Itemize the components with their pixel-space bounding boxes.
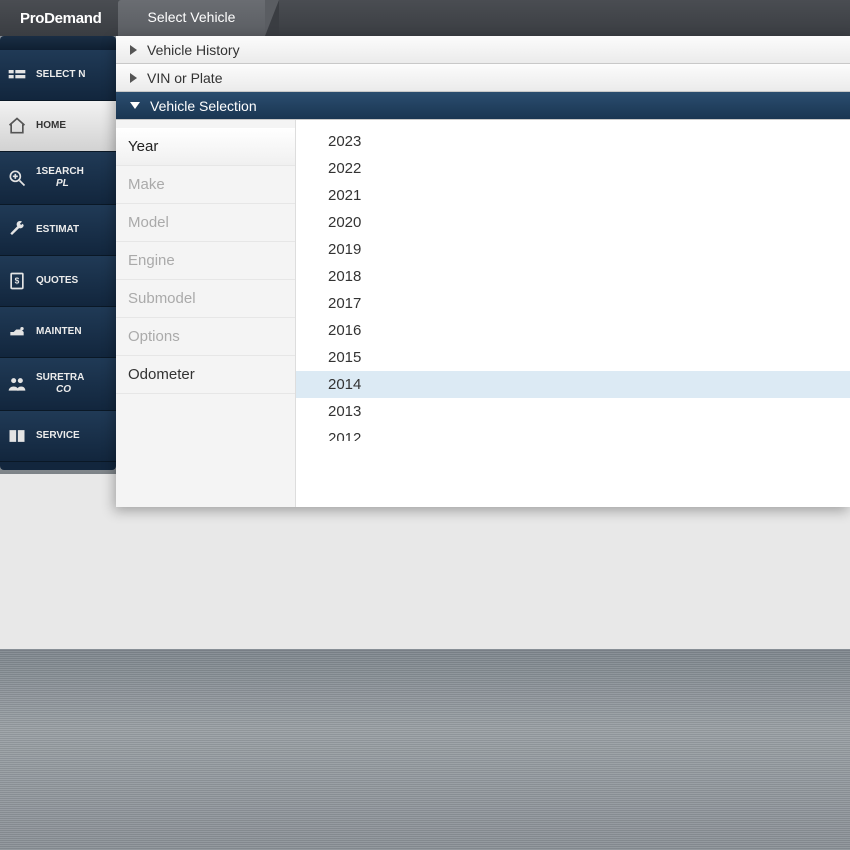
sidebar-item-quotes[interactable]: $ QUOTES [0, 256, 116, 307]
sidebar-cap-bottom [0, 462, 116, 470]
year-option-2022[interactable]: 2022 [296, 155, 850, 182]
sidebar-label-main: SURETRA [36, 372, 84, 383]
selection-steps-column: YearMakeModelEngineSubmodelOptionsOdomet… [116, 120, 296, 507]
oil-icon [6, 321, 28, 343]
accordion-vehicle-selection[interactable]: Vehicle Selection [116, 92, 850, 120]
sidebar-item-service[interactable]: SERVICE [0, 411, 116, 462]
year-option-2014[interactable]: 2014 [296, 371, 850, 398]
sidebar-item-label: SURETRA CO [36, 372, 84, 396]
wrench-icon [6, 219, 28, 241]
year-option-2012[interactable]: 2012 [296, 425, 850, 441]
sidebar-item-label: ESTIMAT [36, 224, 79, 236]
sidebar-item-1search[interactable]: 1SEARCH PL [0, 152, 116, 205]
svg-text:$: $ [15, 276, 20, 286]
accordion-label: VIN or Plate [147, 70, 222, 86]
chevron-right-icon [130, 45, 137, 55]
sidebar-item-label: SERVICE [36, 430, 80, 442]
accordion-label: Vehicle Selection [150, 98, 257, 114]
brand-logo: ProDemand [0, 10, 116, 27]
sidebar-item-label: 1SEARCH PL [36, 166, 84, 190]
sidebar-cap [0, 36, 116, 50]
sidebar-item-label: MAINTEN [36, 326, 82, 338]
step-engine: Engine [116, 242, 295, 280]
clipboard-icon: $ [6, 270, 28, 292]
sidebar-item-maintenance[interactable]: MAINTEN [0, 307, 116, 358]
accordion-vehicle-history[interactable]: Vehicle History [116, 36, 850, 64]
step-odometer[interactable]: Odometer [116, 356, 295, 394]
year-option-2013[interactable]: 2013 [296, 398, 850, 425]
step-submodel: Submodel [116, 280, 295, 318]
sidebar-item-select[interactable]: SELECT N [0, 50, 116, 101]
year-option-2021[interactable]: 2021 [296, 182, 850, 209]
chevron-down-icon [130, 102, 140, 109]
sidebar-item-home[interactable]: HOME [0, 101, 116, 152]
sidebar-item-estimate[interactable]: ESTIMAT [0, 205, 116, 256]
search-plus-icon [6, 167, 28, 189]
accordion-label: Vehicle History [147, 42, 240, 58]
step-model: Model [116, 204, 295, 242]
users-icon [6, 373, 28, 395]
sidebar-label-sub: PL [36, 178, 69, 189]
sidebar-item-label: HOME [36, 120, 66, 132]
vehicle-dropdown-panel: Vehicle History VIN or Plate Vehicle Sel… [116, 36, 850, 507]
year-option-2023[interactable]: 2023 [296, 128, 850, 155]
vehicle-selection-body: YearMakeModelEngineSubmodelOptionsOdomet… [116, 120, 850, 507]
step-year[interactable]: Year [116, 128, 295, 166]
step-make: Make [116, 166, 295, 204]
accordion-vin-or-plate[interactable]: VIN or Plate [116, 64, 850, 92]
chevron-right-icon [130, 73, 137, 83]
select-vehicle-tab[interactable]: Select Vehicle [118, 0, 280, 36]
sidebar-item-label: QUOTES [36, 275, 78, 287]
year-option-2019[interactable]: 2019 [296, 236, 850, 263]
sidebar-item-label: SELECT N [36, 69, 85, 81]
grid-icon [6, 64, 28, 86]
selection-values-column: 2023202220212020201920182017201620152014… [296, 120, 850, 507]
home-icon [6, 115, 28, 137]
year-option-2016[interactable]: 2016 [296, 317, 850, 344]
sidebar-item-suretrack[interactable]: SURETRA CO [0, 358, 116, 411]
top-bar: ProDemand Select Vehicle [0, 0, 850, 36]
year-option-2015[interactable]: 2015 [296, 344, 850, 371]
step-options: Options [116, 318, 295, 356]
year-option-2020[interactable]: 2020 [296, 209, 850, 236]
background-metal [0, 649, 850, 850]
sidebar-label-main: 1SEARCH [36, 166, 84, 177]
book-icon [6, 425, 28, 447]
year-option-2017[interactable]: 2017 [296, 290, 850, 317]
year-option-2018[interactable]: 2018 [296, 263, 850, 290]
sidebar: SELECT N HOME 1SEARCH PL ESTIMAT $ QUOTE… [0, 36, 116, 470]
sidebar-label-sub: CO [36, 384, 71, 395]
